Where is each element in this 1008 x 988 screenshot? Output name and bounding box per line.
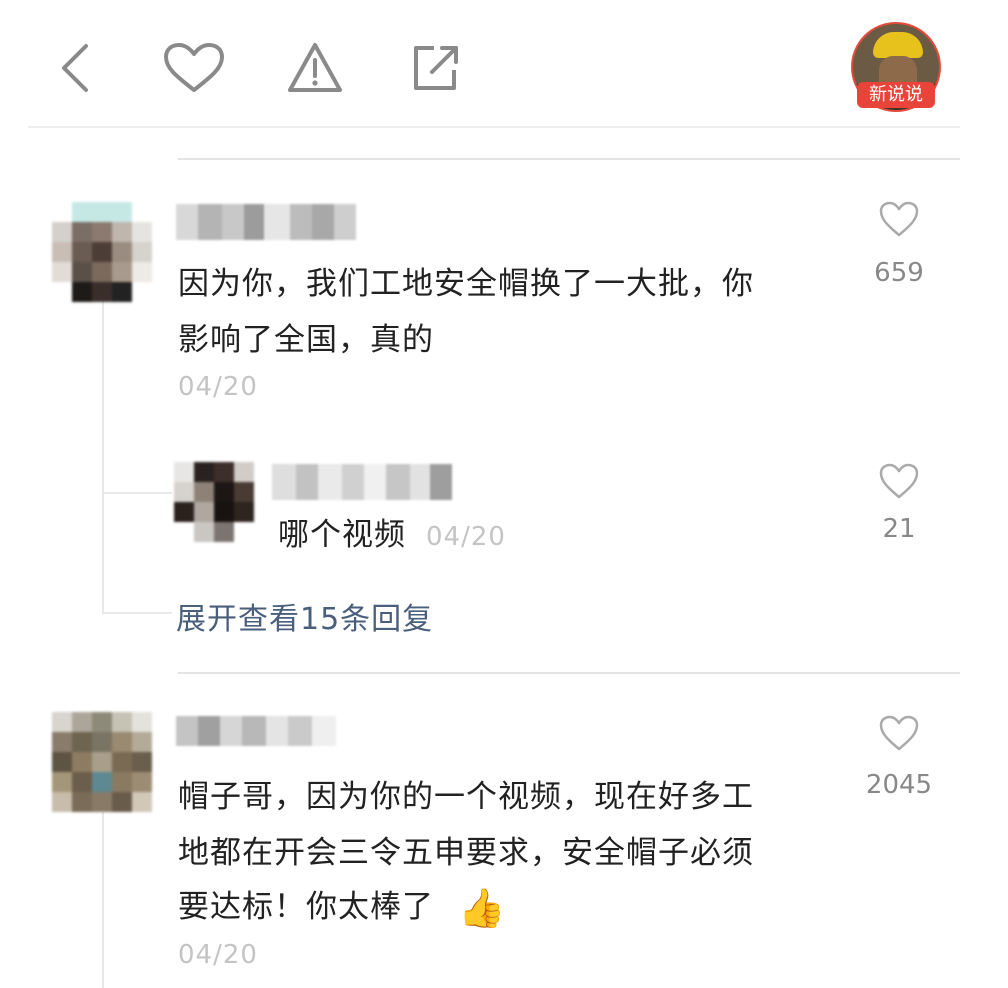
comment-divider bbox=[178, 158, 960, 160]
avatar[interactable] bbox=[52, 712, 152, 812]
header-divider bbox=[28, 126, 960, 128]
comment-divider bbox=[178, 672, 960, 674]
heart-icon bbox=[879, 715, 919, 751]
like-count: 2045 bbox=[865, 770, 933, 800]
avatar[interactable] bbox=[174, 462, 254, 542]
like-button[interactable] bbox=[878, 200, 920, 238]
comment-text: 因为你，我们工地安全帽换了一大批，你 bbox=[178, 266, 754, 302]
thread-branch bbox=[102, 492, 172, 494]
thread-line bbox=[102, 300, 104, 612]
username[interactable] bbox=[176, 204, 356, 240]
reply-text: 哪个视频 bbox=[278, 517, 406, 553]
comment-text: 地都在开会三令五申要求，安全帽子必须 bbox=[178, 835, 754, 871]
comment-text: 要达标！你太棒了 bbox=[178, 889, 434, 925]
comment-date: 04/20 bbox=[178, 372, 258, 402]
like-count: 21 bbox=[882, 514, 916, 544]
username[interactable] bbox=[176, 716, 336, 746]
share-icon bbox=[414, 46, 458, 90]
expand-replies-link[interactable]: 展开查看15条回复 bbox=[176, 594, 433, 638]
hard-hat bbox=[873, 32, 923, 58]
thread-branch bbox=[102, 612, 172, 614]
heart-icon bbox=[879, 463, 919, 499]
comment-date: 04/20 bbox=[178, 940, 258, 970]
report-button[interactable] bbox=[286, 40, 344, 96]
like-post-button[interactable] bbox=[162, 42, 226, 94]
reply-date: 04/20 bbox=[426, 522, 506, 552]
like-button[interactable] bbox=[878, 462, 920, 500]
comment-text: 帽子哥，因为你的一个视频，现在好多工 bbox=[178, 779, 754, 815]
thumbs-up-emoji: 👍 bbox=[458, 886, 506, 930]
heart-icon bbox=[879, 201, 919, 237]
chevron-left-icon bbox=[62, 44, 88, 92]
heart-icon bbox=[164, 43, 224, 92]
comment-text: 影响了全国，真的 bbox=[178, 322, 434, 358]
share-button[interactable] bbox=[408, 40, 464, 96]
username[interactable] bbox=[272, 464, 452, 500]
like-count: 659 bbox=[874, 258, 924, 288]
thread-line bbox=[102, 812, 104, 988]
warning-icon bbox=[288, 43, 342, 92]
like-button[interactable] bbox=[878, 714, 920, 752]
back-button[interactable] bbox=[56, 42, 96, 94]
avatar[interactable] bbox=[52, 202, 152, 302]
author-badge: 新说说 bbox=[857, 82, 935, 108]
